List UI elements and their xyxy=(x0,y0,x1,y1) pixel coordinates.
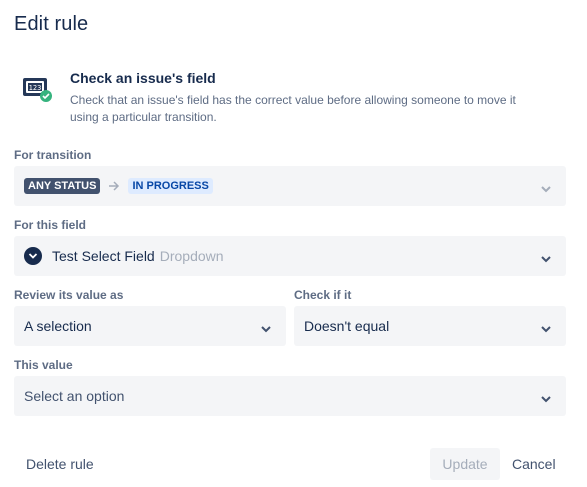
from-status-badge: ANY STATUS xyxy=(24,178,101,194)
review-select[interactable]: A selection xyxy=(14,306,286,346)
check-label: Check if it xyxy=(294,288,352,302)
value-select[interactable]: Select an option xyxy=(14,376,566,416)
chevron-down-icon xyxy=(260,321,272,333)
chevron-down-icon xyxy=(540,321,552,333)
review-label: Review its value as xyxy=(14,288,124,302)
dialog-title: Edit rule xyxy=(14,13,89,35)
chevron-down-icon xyxy=(540,251,552,263)
transition-select[interactable]: ANY STATUS IN PROGRESS xyxy=(14,166,566,206)
chevron-down-icon xyxy=(540,391,552,403)
svg-text:123: 123 xyxy=(29,84,42,92)
check-value: Doesn't equal xyxy=(304,318,390,334)
dropdown-type-icon xyxy=(24,247,42,265)
cancel-button[interactable]: Cancel xyxy=(500,448,568,480)
field-value: Test Select Field xyxy=(52,248,155,264)
rule-summary: 123 Check an issue's field Check that an… xyxy=(14,70,574,126)
arrow-right-icon xyxy=(108,179,120,194)
value-placeholder: Select an option xyxy=(24,388,125,404)
field-label: For this field xyxy=(14,218,86,232)
rule-heading: Check an issue's field xyxy=(70,70,216,86)
check-select[interactable]: Doesn't equal xyxy=(294,306,566,346)
update-button[interactable]: Update xyxy=(430,448,500,480)
review-value: A selection xyxy=(24,318,92,334)
this-value-label: This value xyxy=(14,358,73,372)
field-select[interactable]: Test Select Field Dropdown xyxy=(14,236,566,276)
field-type: Dropdown xyxy=(159,248,224,264)
delete-rule-button[interactable]: Delete rule xyxy=(14,448,106,480)
to-status-badge: IN PROGRESS xyxy=(128,178,213,194)
chevron-down-icon xyxy=(540,181,552,193)
transition-label: For transition xyxy=(14,148,92,162)
field-check-icon: 123 xyxy=(22,76,54,104)
rule-description: Check that an issue's field has the corr… xyxy=(70,93,516,124)
